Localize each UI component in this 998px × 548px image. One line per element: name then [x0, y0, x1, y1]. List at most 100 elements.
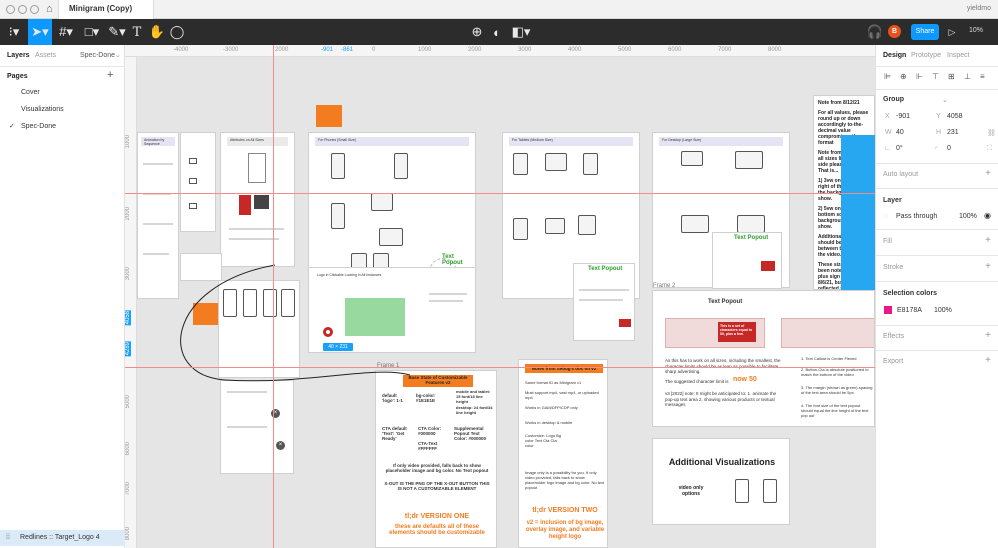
y-field[interactable]: 4058 [947, 113, 963, 120]
hand-tool-icon[interactable]: ✋ [148, 19, 166, 45]
constrain-proportions-icon[interactable]: ⛓ [987, 129, 996, 137]
rotation-icon: ∟ [884, 145, 891, 152]
connector-curve [180, 264, 411, 382]
align-center-icon[interactable]: ⊕ [900, 72, 907, 81]
color-opacity[interactable]: 100% [934, 307, 952, 314]
stroke-title: Stroke [883, 264, 904, 271]
layer-title: Layer [883, 197, 902, 204]
pen-tool-icon[interactable]: ✎▾ [106, 19, 128, 45]
window-maximize-button[interactable] [30, 5, 39, 14]
layer-name: Redlines :: Target_Logo 4 [20, 534, 100, 541]
color-swatch[interactable] [884, 306, 892, 314]
divider [0, 66, 125, 67]
tab-inspect[interactable]: Inspect [947, 52, 970, 59]
check-icon: ✓ [9, 123, 15, 130]
tab-design[interactable]: Design [883, 52, 906, 59]
radius-icon: ◜ [935, 146, 938, 153]
text-tool-icon[interactable]: T [128, 19, 146, 45]
component-icon[interactable]: ⊕ [468, 19, 486, 45]
page-item-spec-done[interactable]: ✓ Spec-Done [0, 120, 125, 133]
divider [876, 281, 998, 282]
headphones-icon[interactable]: 🎧 [866, 19, 884, 45]
left-panel: Layers Assets Spec-Done ⌄ Pages + Cover … [0, 45, 125, 548]
w-field[interactable]: 40 [896, 129, 904, 136]
home-icon[interactable]: ⌂ [46, 3, 53, 15]
h-label: H [936, 129, 942, 136]
divider [876, 325, 998, 326]
x-label: X [885, 113, 890, 120]
page-selector[interactable]: Spec-Done [80, 52, 115, 59]
tab-layers[interactable]: Layers [7, 52, 30, 59]
frame-tool-icon[interactable]: #▾ [54, 19, 78, 45]
h-field[interactable]: 231 [947, 129, 959, 136]
chevron-down-icon[interactable]: ⌄ [115, 51, 121, 59]
align-right-icon[interactable]: ⊩ [916, 72, 923, 81]
divider [876, 350, 998, 351]
move-tool-icon[interactable]: ➤▾ [28, 19, 52, 45]
page-label: Spec-Done [21, 123, 57, 130]
guide-line [125, 193, 875, 194]
w-label: W [885, 129, 892, 136]
align-top-icon[interactable]: ⊤ [932, 72, 939, 81]
add-effect-icon[interactable]: + [985, 330, 991, 341]
eye-icon[interactable]: ◉ [984, 211, 991, 220]
rotation-field[interactable]: 0° [896, 145, 903, 152]
effects-title: Effects [883, 333, 905, 340]
tab-assets[interactable]: Assets [35, 52, 56, 59]
window-close-button[interactable] [6, 5, 15, 14]
x-field[interactable]: -901 [896, 113, 910, 120]
distribute-icon[interactable]: ≡ [980, 72, 985, 81]
guide-line [273, 45, 274, 548]
pages-title: Pages [7, 73, 28, 80]
add-page-icon[interactable]: + [107, 69, 113, 81]
divider [876, 255, 998, 256]
independent-corners-icon[interactable]: ⛶ [987, 145, 992, 153]
tab-prototype[interactable]: Prototype [911, 52, 941, 59]
group-icon: ⁞⁞ [6, 534, 10, 541]
divider [876, 188, 998, 189]
mask-icon[interactable]: ◐ [488, 19, 506, 45]
shape-tool-icon[interactable]: □▾ [80, 19, 104, 45]
blend-mode-select[interactable]: Pass through [896, 213, 937, 220]
tab-file[interactable]: Minigram (Copy) [58, 0, 154, 19]
canvas[interactable]: -4000 -3000 2000 -901 -861 0 1000 2000 3… [125, 45, 875, 548]
y-label: Y [936, 113, 941, 120]
page-item-cover[interactable]: Cover [0, 86, 125, 99]
align-middle-icon[interactable]: ⊞ [948, 72, 955, 81]
add-fill-icon[interactable]: + [985, 235, 991, 246]
divider [876, 229, 998, 230]
page-label: Cover [21, 89, 40, 96]
divider [876, 89, 998, 90]
window-minimize-button[interactable] [18, 5, 27, 14]
add-stroke-icon[interactable]: + [985, 261, 991, 272]
avatar[interactable]: B [888, 25, 901, 38]
comment-tool-icon[interactable]: ◯ [168, 19, 186, 45]
export-title: Export [883, 358, 904, 365]
present-icon[interactable]: ▷ [945, 19, 959, 45]
align-left-icon[interactable]: ⊫ [884, 72, 891, 81]
auto-layout-title: Auto layout [883, 171, 919, 178]
guide-line [125, 367, 875, 368]
add-auto-layout-icon[interactable]: + [985, 168, 991, 179]
align-bottom-icon[interactable]: ⊥ [964, 72, 971, 81]
blend-icon: ◌ [884, 213, 889, 220]
group-title: Group [883, 96, 904, 103]
chevron-down-icon[interactable]: ⌄ [942, 96, 948, 104]
main-menu-icon[interactable]: ⁝▾ [2, 19, 26, 45]
add-export-icon[interactable]: + [985, 355, 991, 366]
account-name[interactable]: yieldmo [967, 5, 991, 12]
layer-opacity-field[interactable]: 100% [959, 213, 977, 220]
color-hex[interactable]: E8178A [897, 307, 922, 314]
boolean-icon[interactable]: ◧▾ [510, 19, 532, 45]
file-tab-title: Minigram (Copy) [69, 4, 133, 13]
page-item-visualizations[interactable]: Visualizations [0, 103, 125, 116]
divider [876, 163, 998, 164]
divider [876, 66, 998, 67]
radius-field[interactable]: 0 [947, 145, 951, 152]
page-label: Visualizations [21, 106, 64, 113]
layer-row-selected[interactable]: ⁞⁞ Redlines :: Target_Logo 4 [0, 530, 125, 546]
title-bar: ⌂ Minigram (Copy) yieldmo [0, 0, 998, 19]
share-button[interactable]: Share [911, 24, 939, 40]
zoom-level[interactable]: 10% [969, 27, 983, 34]
right-panel: Design Prototype Inspect ⊫ ⊕ ⊩ ⊤ ⊞ ⊥ ≡ G… [875, 45, 998, 548]
